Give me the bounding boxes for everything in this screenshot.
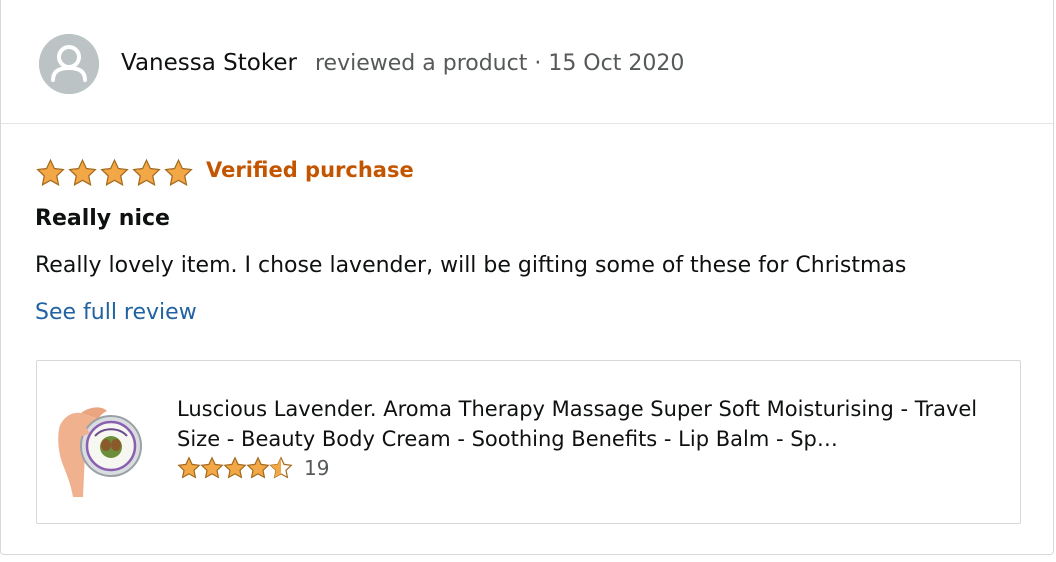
star-full-icon (200, 456, 224, 479)
review-body: Really lovely item. I chose lavender, wi… (35, 253, 907, 278)
see-full-review-link[interactable]: See full review (35, 298, 197, 328)
review-star-rating (35, 158, 194, 188)
verified-purchase-badge: Verified purchase (206, 158, 414, 182)
star-full-icon (223, 456, 247, 479)
review-meta: reviewed a product · 15 Oct 2020 (315, 51, 685, 76)
star-full-icon (246, 456, 270, 479)
review-header: Vanessa Stoker reviewed a product · 15 O… (1, 0, 1053, 124)
product-card[interactable]: Luscious Lavender. Aroma Therapy Massage… (36, 360, 1021, 524)
star-full-icon (68, 158, 97, 186)
review-card: Vanessa Stoker reviewed a product · 15 O… (0, 0, 1054, 555)
product-image[interactable] (55, 389, 147, 499)
avatar[interactable] (39, 34, 99, 94)
star-full-icon (132, 158, 161, 186)
review-title: Really nice (35, 206, 170, 231)
user-icon (39, 34, 99, 94)
product-title-link[interactable]: Luscious Lavender. Aroma Therapy Massage… (177, 394, 1007, 454)
star-full-icon (164, 158, 193, 186)
star-full-icon (36, 158, 65, 186)
star-half-icon (269, 456, 293, 479)
product-star-rating[interactable]: 19 (177, 456, 329, 480)
reviewer-name[interactable]: Vanessa Stoker (121, 48, 297, 78)
star-full-icon (100, 158, 129, 186)
rating-count[interactable]: 19 (304, 456, 329, 480)
star-full-icon (177, 456, 201, 479)
